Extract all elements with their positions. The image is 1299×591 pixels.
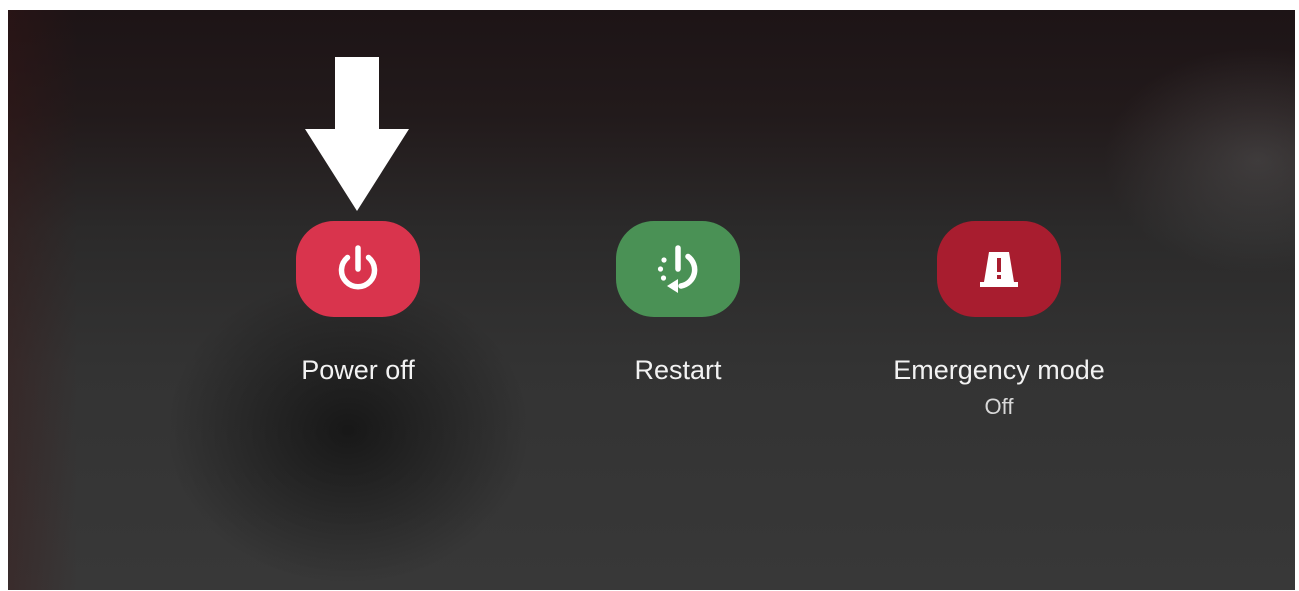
restart-icon	[657, 245, 698, 293]
power-off-button[interactable]	[296, 221, 420, 317]
power-off-label: Power off	[301, 355, 415, 385]
power-menu-screen: Power off Restart Emergency mode Off	[8, 10, 1295, 590]
restart-label: Restart	[634, 355, 722, 385]
down-arrow-icon	[305, 57, 409, 211]
power-icon	[338, 245, 378, 290]
power-off-option[interactable]: Power off	[228, 221, 488, 385]
restart-option[interactable]: Restart	[548, 221, 808, 385]
emergency-mode-status: Off	[984, 394, 1014, 419]
restart-button[interactable]	[616, 221, 740, 317]
background-shadow	[8, 10, 78, 590]
emergency-mode-button[interactable]	[937, 221, 1061, 317]
emergency-mode-option[interactable]: Emergency mode Off	[869, 221, 1129, 419]
emergency-mode-label: Emergency mode	[893, 355, 1105, 385]
emergency-light-icon	[980, 252, 1018, 287]
